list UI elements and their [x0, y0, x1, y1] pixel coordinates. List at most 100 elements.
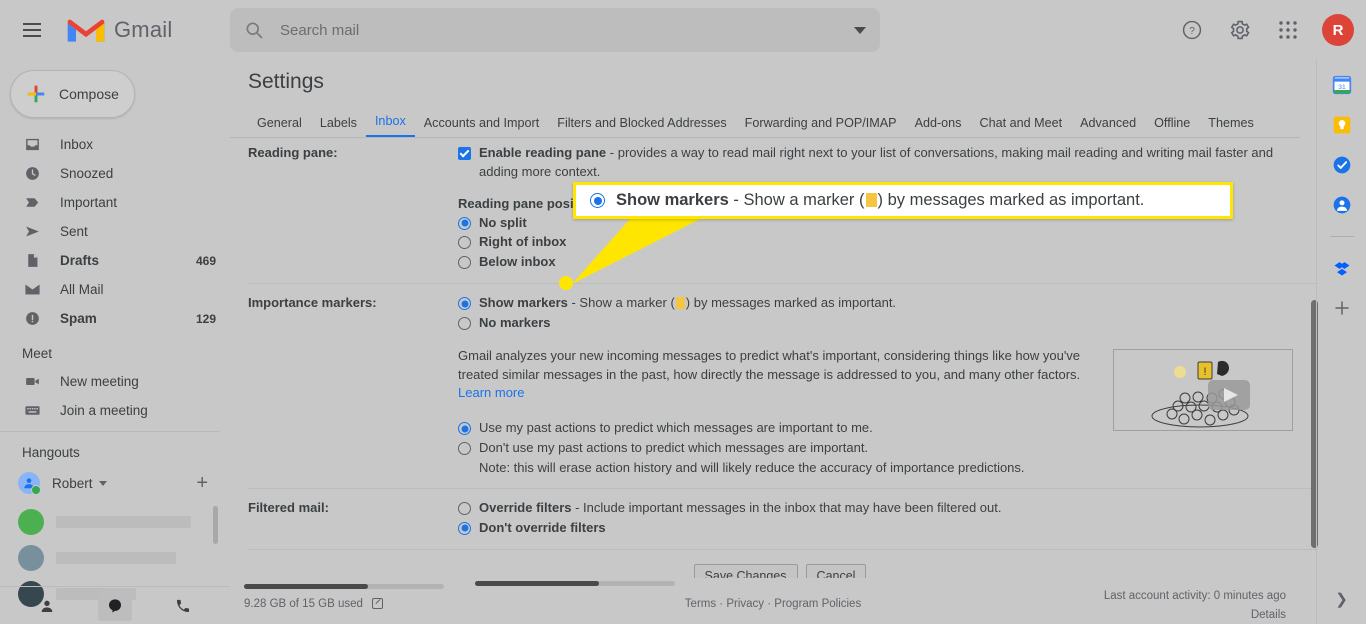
calendar-icon[interactable]: 31 [1331, 74, 1353, 96]
callout-show-markers: Show markers - Show a marker () by messa… [573, 182, 1233, 219]
tab-inbox[interactable]: Inbox [365, 110, 415, 137]
hamburger-icon[interactable] [8, 6, 56, 54]
importance-description-block: Gmail analyzes your new incoming message… [458, 347, 1318, 478]
clock-icon [22, 164, 42, 184]
reading-pane-option-below-inbox[interactable]: Below inbox [458, 253, 1318, 272]
radio-no-split[interactable] [458, 216, 471, 230]
sidebar-item-sent[interactable]: Sent [0, 217, 230, 246]
prediction-option-use-past-actions[interactable]: Use my past actions to predict which mes… [458, 419, 1083, 438]
chevron-down-icon[interactable] [98, 480, 107, 486]
keep-icon[interactable] [1331, 114, 1353, 136]
cancel-button[interactable]: Cancel [805, 563, 867, 578]
list-item[interactable] [0, 504, 230, 540]
tab-advanced[interactable]: Advanced [1071, 112, 1145, 137]
details-link[interactable]: Details [1104, 609, 1286, 621]
option-label: Don't use my past actions to predict whi… [479, 440, 869, 456]
importance-marker-chip-icon [865, 193, 877, 207]
search-input[interactable] [278, 20, 846, 40]
external-link-icon[interactable] [372, 598, 384, 609]
compose-label: Compose [59, 86, 119, 102]
tab-general[interactable]: General [248, 112, 311, 137]
terms-link[interactable]: Terms [685, 598, 716, 610]
storage-bar-fill [244, 584, 368, 589]
sidebar-item-snoozed[interactable]: Snoozed [0, 159, 230, 188]
help-icon[interactable]: ? [1172, 10, 1212, 50]
tab-offline[interactable]: Offline [1145, 112, 1199, 137]
radio-right-of-inbox[interactable] [458, 236, 471, 250]
sidebar-item-spam[interactable]: Spam 129 [0, 304, 230, 333]
option-label: Use my past actions to predict which mes… [479, 420, 873, 436]
important-marker-icon [22, 193, 42, 213]
app-header: Gmail ? [0, 0, 1366, 60]
enable-reading-pane-checkbox[interactable] [458, 147, 471, 160]
tab-add-ons[interactable]: Add-ons [906, 112, 971, 137]
keyboard-icon [22, 401, 42, 421]
sidebar-item-drafts[interactable]: Drafts 469 [0, 246, 230, 275]
importance-option-no-markers[interactable]: No markers [458, 314, 1318, 333]
prediction-option-dont-use-past-actions[interactable]: Don't use my past actions to predict whi… [458, 439, 1083, 458]
redacted-text [56, 516, 191, 528]
list-item[interactable] [0, 540, 230, 576]
sidebar-item-inbox[interactable]: Inbox [0, 130, 230, 159]
gmail-logo[interactable]: Gmail [66, 15, 172, 45]
filtered-mail-label: Filtered mail: [248, 499, 329, 515]
override-filters-bold: Override filters [479, 499, 572, 515]
hangouts-icon[interactable] [98, 590, 132, 621]
svg-text:!: ! [1203, 366, 1206, 378]
footer-links: Terms · Privacy · Program Policies [685, 598, 861, 610]
save-button[interactable]: Save Changes [693, 563, 798, 578]
avatar[interactable]: R [1322, 14, 1354, 46]
importance-marker-chip-icon [675, 297, 685, 310]
radio-override-filters[interactable] [458, 501, 471, 515]
meet-section-title: Meet [22, 345, 53, 361]
radio-below-inbox[interactable] [458, 256, 471, 270]
program-policies-link[interactable]: Program Policies [774, 598, 861, 610]
filtered-option-override[interactable]: Override filters - Include important mes… [458, 499, 1318, 518]
sidebar-item-join-meeting[interactable]: Join a meeting [0, 396, 230, 425]
importance-description-text: Gmail analyzes your new incoming message… [458, 347, 1081, 382]
radio-use-past-actions[interactable] [458, 422, 471, 436]
phone-icon[interactable] [166, 591, 200, 621]
chevron-right-icon[interactable]: ❯ [1335, 590, 1348, 608]
tab-filters-and-blocked-addresses[interactable]: Filters and Blocked Addresses [548, 112, 735, 137]
radio-show-markers[interactable] [458, 297, 471, 311]
chat-list-scrollbar[interactable] [213, 506, 218, 544]
filtered-option-dont-override[interactable]: Don't override filters [458, 519, 1318, 538]
tab-accounts-and-import[interactable]: Accounts and Import [415, 112, 549, 137]
apps-grid-icon[interactable] [1268, 10, 1308, 50]
reading-pane-option-right-of-inbox[interactable]: Right of inbox [458, 233, 1318, 252]
last-account-activity: Last account activity: 0 minutes ago [1103, 590, 1286, 602]
gear-icon[interactable] [1220, 10, 1260, 50]
radio-dont-use-past-actions[interactable] [458, 442, 471, 456]
chevron-down-icon[interactable] [854, 26, 866, 34]
importance-option-show-markers[interactable]: Show markers - Show a marker () by messa… [458, 294, 1318, 313]
avatar [18, 509, 44, 535]
contacts-icon[interactable] [30, 591, 64, 621]
enable-reading-pane-option[interactable]: Enable reading pane - provides a way to … [458, 144, 1318, 182]
privacy-link[interactable]: Privacy [726, 598, 764, 610]
settings-tabs: General Labels Inbox Accounts and Import… [230, 110, 1300, 138]
callout-rest-a: - Show a marker ( [728, 191, 865, 209]
sidebar-item-all-mail[interactable]: All Mail [0, 275, 230, 304]
sidebar-item-important[interactable]: Important [0, 188, 230, 217]
contacts-icon[interactable] [1331, 194, 1353, 216]
importance-markers-video-thumbnail[interactable]: ! [1113, 348, 1293, 431]
sidebar-item-new-meeting[interactable]: New meeting [0, 367, 230, 396]
search-bar[interactable] [230, 8, 880, 52]
tab-themes[interactable]: Themes [1199, 112, 1263, 137]
add-contact-icon[interactable]: + [196, 473, 208, 493]
hangouts-user-row[interactable]: Robert + [0, 466, 230, 500]
filtered-mail-row: Filtered mail: Override filters - Includ… [248, 489, 1318, 550]
radio-show-markers-callout[interactable] [590, 193, 605, 208]
link-separator: · [764, 598, 775, 610]
compose-button[interactable]: Compose [10, 70, 135, 118]
tab-labels[interactable]: Labels [311, 112, 366, 137]
radio-no-markers[interactable] [458, 316, 471, 330]
dropbox-icon[interactable] [1331, 257, 1353, 279]
tab-chat-and-meet[interactable]: Chat and Meet [970, 112, 1071, 137]
tab-forwarding-and-pop-imap[interactable]: Forwarding and POP/IMAP [736, 112, 906, 137]
learn-more-link[interactable]: Learn more [458, 385, 524, 400]
tasks-icon[interactable] [1331, 154, 1353, 176]
radio-dont-override-filters[interactable] [458, 521, 471, 535]
add-addon-icon[interactable] [1331, 297, 1353, 319]
